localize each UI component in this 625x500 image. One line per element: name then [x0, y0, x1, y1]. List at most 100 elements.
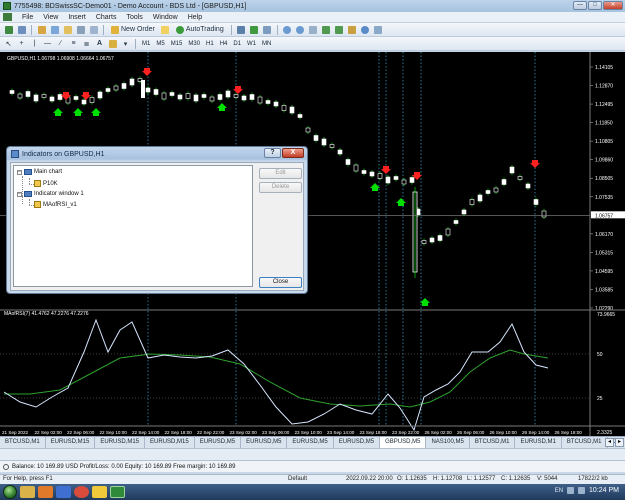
symbol-tab[interactable]: EURUSD,M15: [145, 437, 195, 448]
collapse-icon[interactable]: −: [17, 169, 22, 175]
timeframe-m30[interactable]: M30: [186, 38, 202, 49]
balance-row[interactable]: Balance: 10 169.89 USD Profit/Loss: 0.00…: [0, 460, 625, 472]
arrows-tool[interactable]: ▾: [120, 38, 131, 49]
candle-body: [509, 166, 515, 174]
delete-button[interactable]: Delete: [259, 182, 302, 193]
timeframe-m15[interactable]: M15: [169, 38, 185, 49]
symbol-tab[interactable]: BTCUSD,M1: [470, 437, 516, 448]
minimize-button[interactable]: —: [573, 1, 587, 10]
profiles-button[interactable]: [16, 24, 27, 35]
symbol-tab[interactable]: EURUSD,M1: [515, 437, 562, 448]
timeframe-m1[interactable]: M1: [140, 38, 152, 49]
metaeditor-button[interactable]: [160, 24, 171, 35]
cursor-tool[interactable]: ↖: [3, 38, 14, 49]
browser-icon[interactable]: [56, 486, 71, 498]
network-icon[interactable]: [567, 487, 575, 494]
menu-tools[interactable]: Tools: [126, 14, 142, 21]
trendline-tool[interactable]: ∕: [55, 38, 66, 49]
symbol-tab[interactable]: EURUSD,M5: [334, 437, 381, 448]
data-window-button[interactable]: [49, 24, 60, 35]
horizontal-line-tool[interactable]: —: [42, 38, 53, 49]
menu-insert[interactable]: Insert: [68, 14, 86, 21]
symbol-tab[interactable]: EURUSD,M5: [195, 437, 242, 448]
menu-help[interactable]: Help: [188, 14, 202, 21]
menu-view[interactable]: View: [43, 14, 58, 21]
new-order-button[interactable]: New Order: [108, 24, 158, 35]
tab-scroll-right-icon[interactable]: ▸: [615, 438, 624, 447]
explorer-icon[interactable]: [20, 486, 35, 498]
chart-shift-button[interactable]: [321, 24, 332, 35]
line-chart-button[interactable]: [262, 24, 273, 35]
tile-windows-button[interactable]: [308, 24, 319, 35]
symbol-tab-active[interactable]: GBPUSD,M5: [380, 437, 427, 448]
start-button[interactable]: [3, 485, 17, 499]
edit-button[interactable]: Edit: [259, 168, 302, 179]
metatrader-task-icon[interactable]: [110, 486, 125, 498]
chart-window-icon: [24, 169, 32, 175]
chart-window-icon[interactable]: [3, 13, 12, 21]
tree-label: Main chart: [34, 169, 63, 175]
templates-button[interactable]: [373, 24, 384, 35]
timeframe-mn[interactable]: MN: [260, 38, 273, 49]
indicators-button[interactable]: [347, 24, 358, 35]
symbol-tab[interactable]: EURUSD,M15: [95, 437, 146, 448]
symbol-tab[interactable]: BTCUSD,M1: [562, 437, 608, 448]
timeframe-m5[interactable]: M5: [154, 38, 166, 49]
language-indicator[interactable]: EN: [555, 488, 563, 494]
tree-indicator-window[interactable]: − Indicator window 1: [17, 191, 84, 197]
symbol-tab[interactable]: EURUSD,M5: [287, 437, 334, 448]
symbol-tab[interactable]: NAS100,M5: [426, 437, 470, 448]
autotrading-button[interactable]: AutoTrading: [173, 24, 227, 35]
strategy-tester-button[interactable]: [88, 24, 99, 35]
timeframe-d1[interactable]: D1: [231, 38, 243, 49]
menu-window[interactable]: Window: [153, 14, 178, 21]
dialog-title-bar[interactable]: Indicators on GBPUSD,H1: [11, 149, 104, 159]
autoscroll-button[interactable]: [334, 24, 345, 35]
media-player-icon[interactable]: [38, 486, 53, 498]
vertical-line-tool[interactable]: |: [29, 38, 40, 49]
tab-scroll-left-icon[interactable]: ◂: [605, 438, 614, 447]
symbol-tab[interactable]: EURUSD,M5: [241, 437, 288, 448]
close-window-button[interactable]: ✕: [603, 1, 623, 10]
periods-button[interactable]: [360, 24, 371, 35]
menu-file[interactable]: File: [22, 14, 33, 21]
candlestick-button[interactable]: [249, 24, 260, 35]
close-button[interactable]: Close: [259, 277, 302, 288]
new-chart-button[interactable]: [3, 24, 14, 35]
timeframe-w1[interactable]: W1: [245, 38, 258, 49]
navigator-button[interactable]: [62, 24, 73, 35]
volume-icon[interactable]: [578, 487, 586, 494]
crosshair-tool[interactable]: +: [16, 38, 27, 49]
app-icon-yellow[interactable]: [92, 486, 107, 498]
zoom-in-button[interactable]: [282, 24, 293, 35]
text-label-tool[interactable]: [107, 38, 118, 49]
window-title: 7755498: BDSwissSC-Demo01 - Demo Account…: [14, 2, 247, 10]
clock[interactable]: 10:24 PM: [589, 487, 619, 494]
dialog-close-x-button[interactable]: X: [282, 148, 304, 158]
candle-body: [485, 190, 491, 194]
symbol-tab[interactable]: BTCUSD,M1: [0, 437, 46, 448]
timeframe-h4[interactable]: H4: [218, 38, 230, 49]
channel-icon: ≡: [71, 40, 76, 47]
bar-chart-button[interactable]: [236, 24, 247, 35]
maximize-button[interactable]: □: [588, 1, 602, 10]
tree-indicator-maofrsi[interactable]: MAofRSI_v1: [34, 201, 77, 208]
symbol-tab[interactable]: EURUSD,M15: [46, 437, 96, 448]
chrome-icon[interactable]: [74, 486, 89, 498]
tree-main-chart[interactable]: − Main chart: [17, 169, 62, 175]
tree-indicator-p10k[interactable]: P10K: [34, 180, 58, 187]
menu-charts[interactable]: Charts: [96, 14, 117, 21]
timeframe-h1[interactable]: H1: [204, 38, 216, 49]
fibonacci-tool[interactable]: ≣: [81, 38, 92, 49]
market-watch-button[interactable]: [36, 24, 47, 35]
window-title-bar[interactable]: 7755498: BDSwissSC-Demo01 - Demo Account…: [0, 0, 625, 12]
terminal-button[interactable]: [75, 24, 86, 35]
zoom-out-button[interactable]: [295, 24, 306, 35]
help-button[interactable]: ?: [264, 148, 281, 158]
indicator-tree[interactable]: − Main chart P10K − Indicator window 1 M…: [13, 165, 253, 287]
collapse-icon[interactable]: −: [17, 191, 22, 197]
candle-body: [369, 171, 375, 177]
candle-body: [217, 94, 223, 100]
equidistant-channel-tool[interactable]: ≡: [68, 38, 79, 49]
text-tool[interactable]: A: [94, 38, 105, 49]
